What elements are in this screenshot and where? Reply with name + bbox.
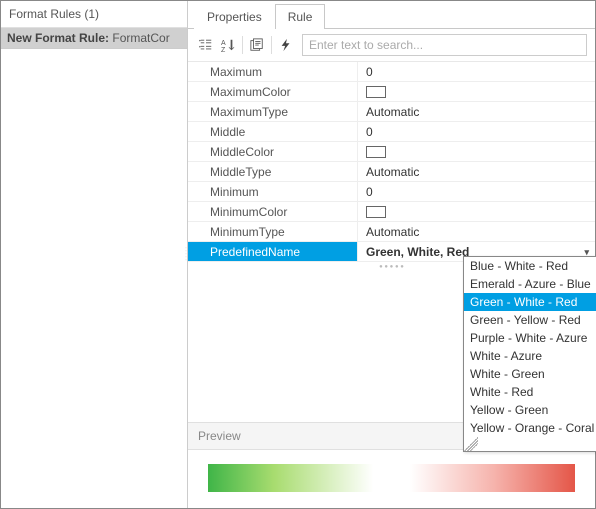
- resize-handle-icon[interactable]: [464, 437, 478, 451]
- prop-value[interactable]: Automatic: [358, 162, 595, 181]
- prop-row-middle-color[interactable]: MiddleColor: [188, 142, 595, 162]
- dropdown-option[interactable]: Yellow - Orange - Coral: [464, 419, 596, 437]
- format-rule-item-label: New Format Rule:: [7, 31, 109, 45]
- prop-value[interactable]: 0: [358, 122, 595, 141]
- prop-row-minimum-color[interactable]: MinimumColor: [188, 202, 595, 222]
- prop-row-maximum-type[interactable]: MaximumType Automatic: [188, 102, 595, 122]
- sort-az-icon[interactable]: AZ: [218, 35, 238, 55]
- dropdown-option[interactable]: Blue - White - Red: [464, 257, 596, 275]
- prop-label: MaximumColor: [188, 82, 358, 101]
- prop-row-maximum-color[interactable]: MaximumColor: [188, 82, 595, 102]
- dropdown-option[interactable]: Green - White - Red: [464, 293, 596, 311]
- prop-label: MiddleType: [188, 162, 358, 181]
- tab-strip: Properties Rule: [188, 1, 595, 29]
- dropdown-grip[interactable]: ● ● ● ● ●: [478, 437, 596, 449]
- prop-label: MiddleColor: [188, 142, 358, 161]
- prop-label: MinimumType: [188, 222, 358, 241]
- prop-row-middle[interactable]: Middle 0: [188, 122, 595, 142]
- color-swatch: [366, 146, 386, 158]
- color-swatch: [366, 206, 386, 218]
- prop-label: Middle: [188, 122, 358, 141]
- format-rule-item[interactable]: New Format Rule: FormatCor: [1, 28, 187, 49]
- prop-value[interactable]: 0: [358, 182, 595, 201]
- format-rule-item-name: FormatCor: [112, 31, 169, 45]
- prop-value[interactable]: [358, 82, 595, 101]
- prop-row-minimum-type[interactable]: MinimumType Automatic: [188, 222, 595, 242]
- prop-label: PredefinedName: [188, 242, 358, 261]
- lightning-icon[interactable]: [276, 35, 296, 55]
- prop-label: Maximum: [188, 62, 358, 81]
- property-grid-toolbar: AZ: [188, 29, 595, 62]
- dropdown-option[interactable]: White - Red: [464, 383, 596, 401]
- prop-value[interactable]: [358, 142, 595, 161]
- prop-value[interactable]: [358, 202, 595, 221]
- prop-row-maximum[interactable]: Maximum 0: [188, 62, 595, 82]
- prop-label: MaximumType: [188, 102, 358, 121]
- prop-value[interactable]: Automatic: [358, 102, 595, 121]
- prop-label: Minimum: [188, 182, 358, 201]
- prop-label: MinimumColor: [188, 202, 358, 221]
- color-swatch: [366, 86, 386, 98]
- dropdown-option[interactable]: White - Azure: [464, 347, 596, 365]
- format-rules-panel: Format Rules (1) New Format Rule: Format…: [1, 1, 188, 508]
- property-grid: Maximum 0 MaximumColor MaximumType Autom…: [188, 62, 595, 262]
- format-rules-header: Format Rules (1): [1, 1, 187, 28]
- dropdown-option[interactable]: White - Green: [464, 365, 596, 383]
- prop-value[interactable]: Automatic: [358, 222, 595, 241]
- format-preview-gradient: [208, 464, 575, 492]
- prop-row-middle-type[interactable]: MiddleType Automatic: [188, 162, 595, 182]
- dropdown-option[interactable]: Yellow - Green: [464, 401, 596, 419]
- prop-value-text: Green, White, Red: [366, 242, 469, 262]
- tab-rule[interactable]: Rule: [275, 4, 326, 29]
- vertical-splitter[interactable]: ·····: [185, 247, 187, 262]
- prop-row-minimum[interactable]: Minimum 0: [188, 182, 595, 202]
- prop-value[interactable]: 0: [358, 62, 595, 81]
- dropdown-option[interactable]: Emerald - Azure - Blue: [464, 275, 596, 293]
- tab-properties[interactable]: Properties: [194, 4, 275, 29]
- predefined-name-dropdown[interactable]: Blue - White - Red Emerald - Azure - Blu…: [463, 256, 596, 452]
- dropdown-option[interactable]: Purple - White - Azure: [464, 329, 596, 347]
- search-input[interactable]: [302, 34, 587, 56]
- property-pages-icon[interactable]: [247, 35, 267, 55]
- svg-text:Z: Z: [221, 47, 226, 52]
- dropdown-option[interactable]: Green - Yellow - Red: [464, 311, 596, 329]
- svg-text:A: A: [221, 40, 226, 47]
- categorize-icon[interactable]: [196, 35, 216, 55]
